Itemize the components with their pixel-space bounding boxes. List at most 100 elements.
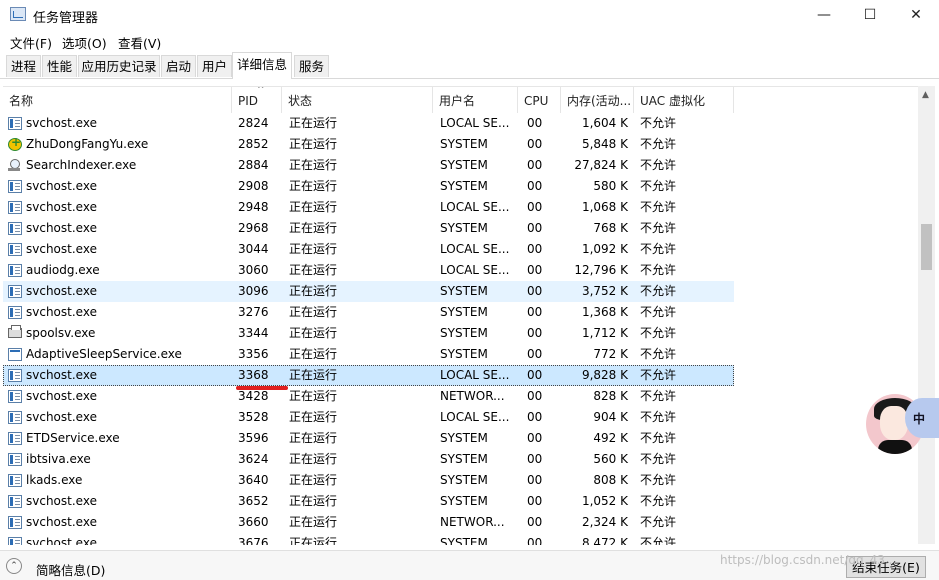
cell-pid: 3276: [238, 305, 269, 319]
service-icon: [8, 474, 22, 487]
cell-pid: 2908: [238, 179, 269, 193]
cell-cpu: 00: [527, 305, 543, 319]
table-row[interactable]: AdaptiveSleepService.exe 3356 正在运行 SYSTEM 00…: [3, 344, 734, 365]
menu-file[interactable]: 文件(F): [10, 33, 52, 52]
table-row[interactable]: audiodg.exe 3060 正在运行 LOCAL SE... 00 12,796 K…: [3, 260, 734, 281]
table-row[interactable]: ETDService.exe 3596 正在运行 SYSTEM 00 492 K 不允许: [3, 428, 734, 449]
table-row[interactable]: ibtsiva.exe 3624 正在运行 SYSTEM 00 560 K 不允许: [3, 449, 734, 470]
cell-name: audiodg.exe: [26, 263, 100, 277]
column-header-username[interactable]: 用户名: [433, 87, 518, 113]
cell-name: svchost.exe: [26, 305, 97, 319]
tab-startup[interactable]: 启动: [161, 55, 196, 77]
cell-pid: 2852: [238, 137, 269, 151]
tab-processes[interactable]: 进程: [6, 55, 41, 77]
cell-username: NETWOR...: [440, 389, 505, 403]
cell-pid: 3356: [238, 347, 269, 361]
cell-pid: 2824: [238, 116, 269, 130]
cell-memory: 808 K: [593, 473, 628, 487]
cell-cpu: 00: [527, 284, 543, 298]
close-button[interactable]: ✕: [893, 0, 939, 30]
sort-ascending-icon: ^: [257, 86, 265, 95]
table-row[interactable]: svchost.exe 2948 正在运行 LOCAL SE... 00 1,068 K 不…: [3, 197, 734, 218]
cell-pid: 3652: [238, 494, 269, 508]
table-row[interactable]: svchost.exe 2968 正在运行 SYSTEM 00 768 K 不允许: [3, 218, 734, 239]
minimize-button[interactable]: —: [801, 0, 847, 30]
menu-bar: 文件(F) 选项(O) 查看(V): [0, 30, 939, 52]
table-row[interactable]: lkads.exe 3640 正在运行 SYSTEM 00 808 K 不允许: [3, 470, 734, 491]
table-row[interactable]: svchost.exe 3276 正在运行 SYSTEM 00 1,368 K 不允许: [3, 302, 734, 323]
tab-app-history[interactable]: 应用历史记录: [78, 55, 160, 77]
cell-name: spoolsv.exe: [26, 326, 96, 340]
service-icon: [8, 411, 22, 424]
cell-name: lkads.exe: [26, 473, 83, 487]
cell-uac: 不允许: [640, 410, 677, 424]
cell-status: 正在运行: [289, 158, 338, 172]
cell-cpu: 00: [527, 452, 543, 466]
table-row[interactable]: ZhuDongFangYu.exe 2852 正在运行 SYSTEM 00 5,848 K…: [3, 134, 734, 155]
cell-name: svchost.exe: [26, 410, 97, 424]
scrollbar-thumb[interactable]: [921, 224, 932, 270]
cell-pid: 2968: [238, 221, 269, 235]
cell-username: SYSTEM: [440, 284, 488, 298]
table-row[interactable]: svchost.exe 3044 正在运行 LOCAL SE... 00 1,092 K 不…: [3, 239, 734, 260]
cell-memory: 1,068 K: [581, 200, 628, 214]
cell-status: 正在运行: [289, 494, 338, 508]
tab-services[interactable]: 服务: [294, 55, 329, 77]
table-row[interactable]: svchost.exe 3368 正在运行 LOCAL SE... 00 9,828 K 不…: [3, 365, 734, 386]
column-header-cpu[interactable]: CPU: [518, 87, 561, 113]
cell-status: 正在运行: [289, 326, 338, 340]
cell-status: 正在运行: [289, 137, 338, 151]
table-header: 名称 PID ^ 状态 用户名 CPU 内存(活动... UAC 虚拟化: [3, 87, 918, 113]
cell-memory: 492 K: [593, 431, 628, 445]
cell-status: 正在运行: [289, 431, 338, 445]
table-row[interactable]: svchost.exe 3660 正在运行 NETWOR... 00 2,324 K 不允许: [3, 512, 734, 533]
table-row[interactable]: svchost.exe 3528 正在运行 LOCAL SE... 00 904 K 不允许: [3, 407, 734, 428]
table-row[interactable]: svchost.exe 2824 正在运行 LOCAL SE... 00 1,604 K 不…: [3, 113, 734, 134]
menu-view[interactable]: 查看(V): [118, 33, 161, 52]
tab-performance[interactable]: 性能: [42, 55, 77, 77]
table-row[interactable]: svchost.exe 3652 正在运行 SYSTEM 00 1,052 K 不允许: [3, 491, 734, 512]
cell-cpu: 00: [527, 179, 543, 193]
menu-options[interactable]: 选项(O): [62, 33, 107, 52]
cell-status: 正在运行: [289, 452, 338, 466]
scroll-up-icon[interactable]: ▲: [922, 90, 929, 100]
table-row[interactable]: svchost.exe 3428 正在运行 NETWOR... 00 828 K 不允许: [3, 386, 734, 407]
column-header-name[interactable]: 名称: [3, 87, 232, 113]
maximize-button[interactable]: ☐: [847, 0, 893, 30]
service-icon: [8, 495, 22, 508]
cell-username: NETWOR...: [440, 515, 505, 529]
cell-status: 正在运行: [289, 410, 338, 424]
cell-memory: 27,824 K: [574, 158, 628, 172]
cell-uac: 不允许: [640, 116, 677, 130]
shield-plus-icon: [8, 135, 22, 151]
column-header-uac[interactable]: UAC 虚拟化: [634, 87, 734, 113]
cell-username: SYSTEM: [440, 179, 488, 193]
vertical-scrollbar[interactable]: ▲: [918, 86, 935, 544]
cell-username: LOCAL SE...: [440, 410, 510, 424]
table-row[interactable]: svchost.exe 3676 正在运行 SYSTEM 00 8,472 K 不允许: [3, 533, 734, 545]
column-header-status[interactable]: 状态: [282, 87, 433, 113]
cell-memory: 904 K: [593, 410, 628, 424]
chevron-up-icon: ⌃: [6, 558, 22, 574]
cell-status: 正在运行: [289, 536, 338, 545]
fewer-details-label[interactable]: 简略信息(D): [36, 560, 105, 579]
cell-memory: 1,712 K: [581, 326, 628, 340]
cell-username: SYSTEM: [440, 137, 488, 151]
cell-username: SYSTEM: [440, 221, 488, 235]
tab-users[interactable]: 用户: [197, 55, 232, 77]
table-row[interactable]: SearchIndexer.exe 2884 正在运行 SYSTEM 00 27,824 …: [3, 155, 734, 176]
cell-memory: 560 K: [593, 452, 628, 466]
tab-details[interactable]: 详细信息: [232, 52, 292, 79]
table-row[interactable]: spoolsv.exe 3344 正在运行 SYSTEM 00 1,712 K 不允许: [3, 323, 734, 344]
cell-username: LOCAL SE...: [440, 200, 510, 214]
fewer-details-button[interactable]: ⌃: [6, 558, 28, 574]
avatar-shirt: [878, 440, 912, 454]
cell-pid: 3640: [238, 473, 269, 487]
cell-cpu: 00: [527, 242, 543, 256]
cell-username: SYSTEM: [440, 158, 488, 172]
input-method-badge: 中: [905, 398, 939, 438]
table-row[interactable]: svchost.exe 2908 正在运行 SYSTEM 00 580 K 不允许: [3, 176, 734, 197]
cell-name: ETDService.exe: [26, 431, 120, 445]
table-row[interactable]: svchost.exe 3096 正在运行 SYSTEM 00 3,752 K 不允许: [3, 281, 734, 302]
column-header-memory[interactable]: 内存(活动...: [561, 87, 634, 113]
